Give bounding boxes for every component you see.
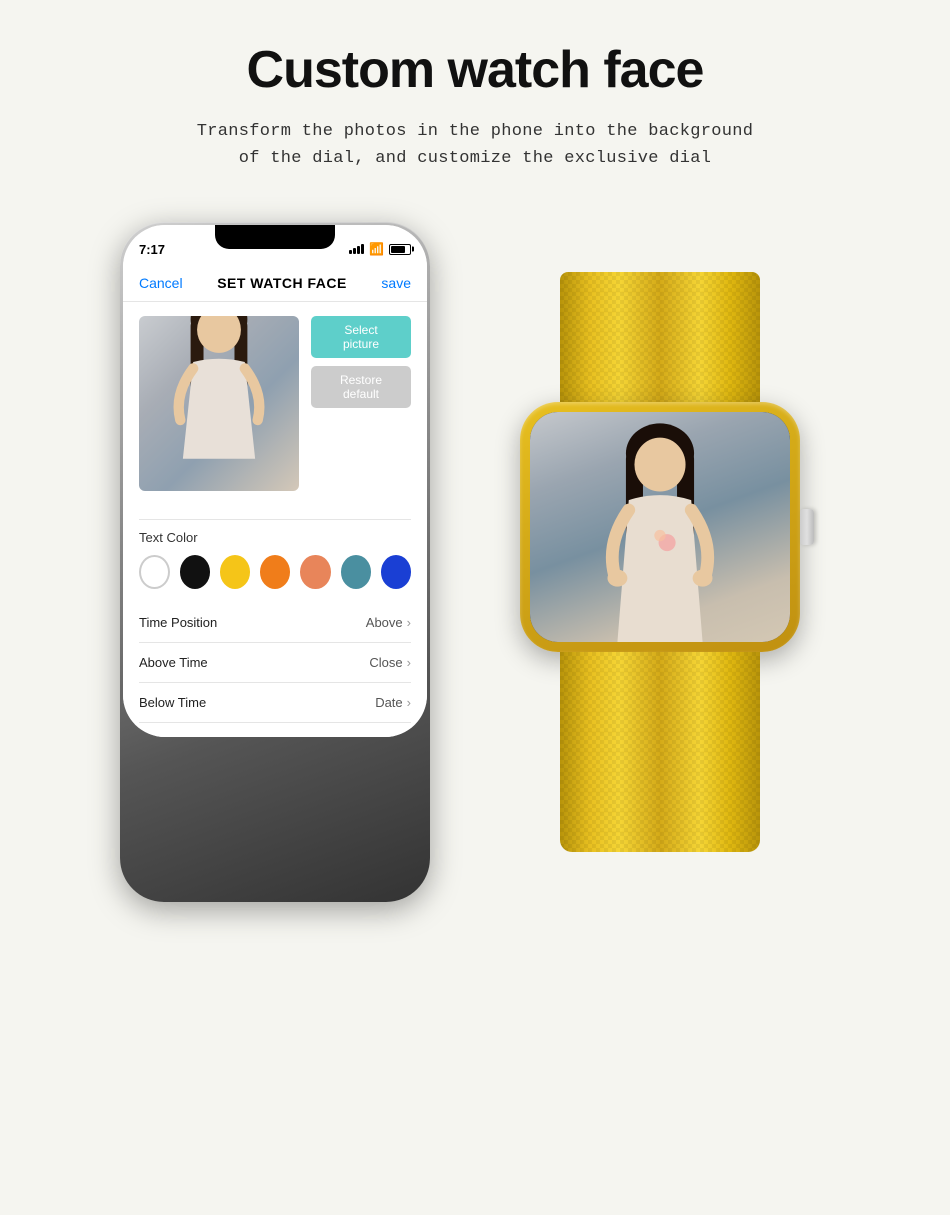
chevron-icon-3: › [407, 695, 411, 710]
page-title: Custom watch face [247, 40, 704, 100]
phone-mockup: 7:17 📶 [120, 222, 430, 902]
cancel-button[interactable]: Cancel [139, 275, 183, 291]
color-orange[interactable] [260, 555, 290, 589]
color-teal[interactable] [341, 555, 371, 589]
time-position-row[interactable]: Time Position Above › [139, 603, 411, 643]
watch-mockup [490, 272, 830, 852]
band-mesh-top [560, 272, 760, 402]
phone-status-bar: 7:17 📶 [123, 225, 427, 269]
color-yellow[interactable] [220, 555, 250, 589]
below-time-value: Date › [375, 695, 411, 710]
person-silhouette-phone [144, 316, 294, 491]
above-time-value: Close › [369, 655, 411, 670]
above-time-label: Above Time [139, 655, 208, 670]
time-position-value: Above › [366, 615, 411, 630]
color-blue[interactable] [381, 555, 411, 589]
watch-screen [530, 412, 790, 642]
color-salmon[interactable] [300, 555, 330, 589]
signal-bar-3 [357, 246, 360, 254]
signal-bars-icon [349, 244, 364, 254]
chevron-icon-2: › [407, 655, 411, 670]
watch-case [520, 402, 800, 652]
page-subtitle: Transform the photos in the phone into t… [197, 118, 754, 172]
below-time-label: Below Time [139, 695, 206, 710]
color-black[interactable] [180, 555, 210, 589]
photo-preview [139, 316, 299, 491]
below-time-row[interactable]: Below Time Date › [139, 683, 411, 723]
photo-area: Select picture Restore default [139, 316, 411, 503]
phone-inner: 7:17 📶 [123, 225, 427, 737]
signal-bar-4 [361, 244, 364, 254]
phone-notch [215, 225, 335, 249]
save-button[interactable]: save [381, 275, 411, 291]
watch-band-bottom [560, 652, 760, 852]
battery-icon [389, 244, 411, 255]
chevron-icon: › [407, 615, 411, 630]
watch-band-top [560, 272, 760, 402]
watch-crown [800, 509, 814, 545]
phone-content: Select picture Restore default Text Colo… [123, 302, 427, 737]
wifi-icon: 📶 [369, 242, 384, 256]
phone-clock: 7:17 [139, 242, 165, 257]
restore-default-button[interactable]: Restore default [311, 366, 411, 408]
above-time-row[interactable]: Above Time Close › [139, 643, 411, 683]
signal-bar-2 [353, 248, 356, 254]
signal-bar-1 [349, 250, 352, 254]
person-silhouette-watch [560, 422, 760, 642]
screen-title: SET WATCH FACE [217, 275, 347, 291]
phone-status-icons: 📶 [349, 242, 411, 256]
select-picture-button[interactable]: Select picture [311, 316, 411, 358]
photo-buttons: Select picture Restore default [311, 316, 411, 489]
devices-row: 7:17 📶 [30, 222, 920, 902]
battery-fill [391, 246, 405, 253]
text-color-label: Text Color [139, 530, 411, 545]
watch-screen-photo [530, 412, 790, 642]
time-position-label: Time Position [139, 615, 217, 630]
divider-1 [139, 519, 411, 520]
band-mesh-bottom [560, 652, 760, 852]
color-row [139, 555, 411, 589]
color-white[interactable] [139, 555, 170, 589]
phone-app-header: Cancel SET WATCH FACE save [123, 269, 427, 302]
phone-outer: 7:17 📶 [120, 222, 430, 902]
